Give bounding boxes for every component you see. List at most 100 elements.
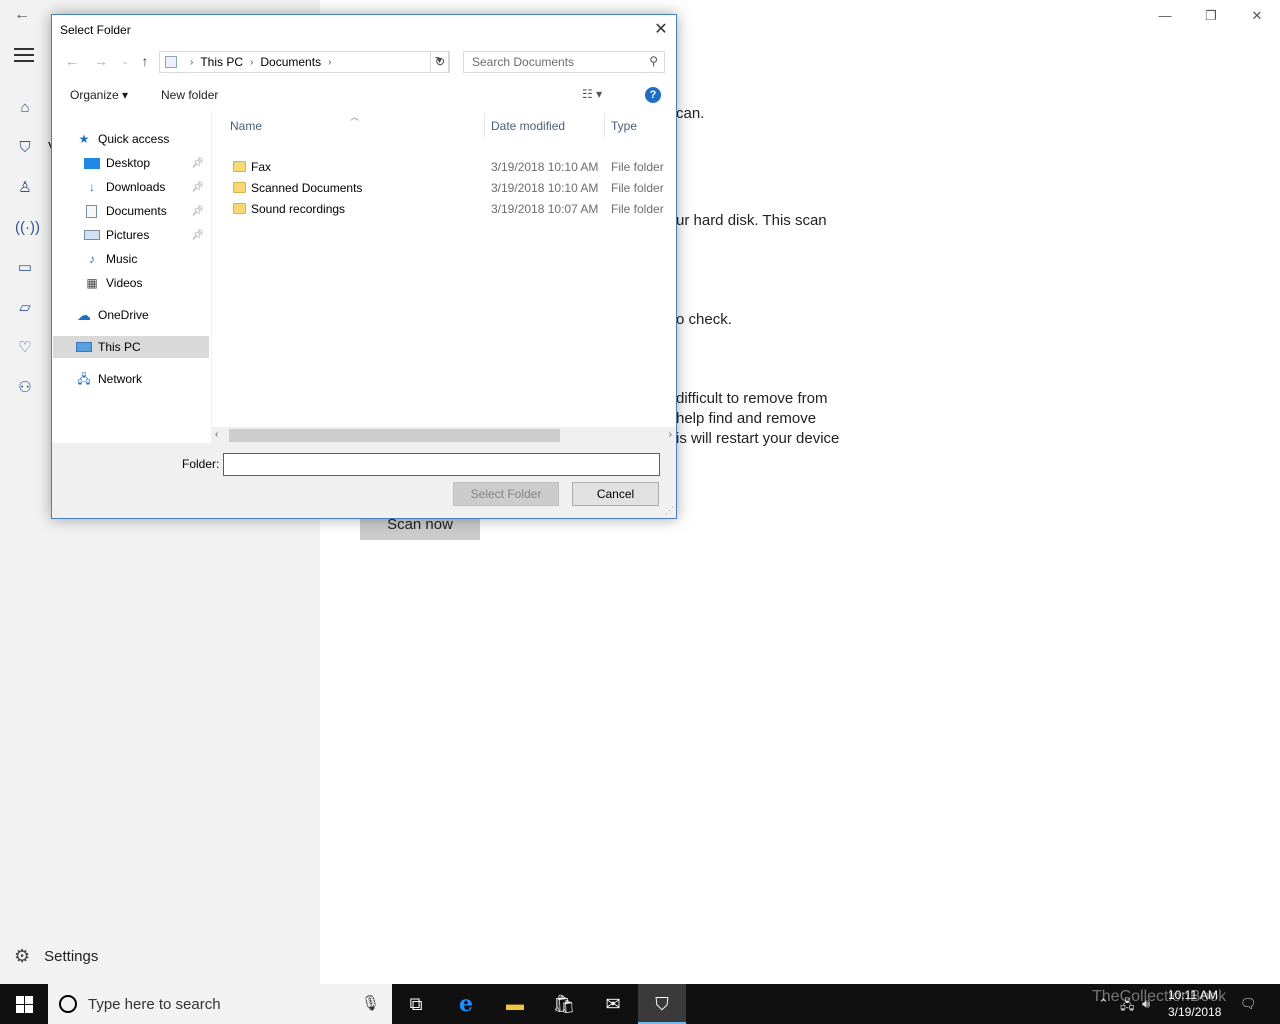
recent-locations-chevron-icon[interactable]: ⌄ bbox=[116, 57, 134, 66]
file-name: Scanned Documents bbox=[251, 181, 363, 195]
address-bar[interactable]: › This PC › Documents › ▼ bbox=[159, 51, 449, 73]
file-name: Fax bbox=[251, 160, 272, 174]
minimize-button[interactable]: — bbox=[1142, 0, 1188, 32]
network-status-icon[interactable]: 🖧︎ bbox=[1120, 996, 1135, 1018]
home-icon[interactable]: ⌂ bbox=[15, 98, 35, 118]
nav-item-label: Documents bbox=[106, 204, 167, 218]
nav-item-videos[interactable]: ▦ Videos bbox=[84, 272, 208, 294]
windows-start-icon[interactable] bbox=[0, 984, 48, 1024]
nav-item-quick-access[interactable]: ★ Quick access bbox=[76, 128, 232, 150]
horizontal-scrollbar[interactable]: ‹ › bbox=[211, 427, 676, 444]
taskbar-search-box[interactable]: Type here to search 🎙︎ bbox=[48, 984, 392, 1024]
close-icon[interactable]: ✕ bbox=[650, 19, 672, 41]
clock-date[interactable]: 3/19/2018 bbox=[1168, 1005, 1221, 1019]
nav-item-label: Music bbox=[106, 252, 138, 266]
pictures-icon bbox=[84, 230, 100, 240]
refresh-icon[interactable]: ↻ bbox=[430, 51, 450, 73]
file-name: Sound recordings bbox=[251, 202, 346, 216]
column-divider[interactable] bbox=[484, 113, 485, 137]
back-arrow-icon[interactable]: ← bbox=[14, 6, 30, 24]
dialog-title: Select Folder bbox=[60, 23, 131, 37]
scroll-left-icon[interactable]: ‹ bbox=[215, 429, 218, 440]
dialog-titlebar[interactable]: Select Folder ✕ bbox=[52, 15, 676, 45]
heart-icon[interactable]: ♡ bbox=[15, 338, 35, 358]
navigation-pane: ★ Quick access Desktop 📌︎ ↓ Downloads 📌︎… bbox=[52, 111, 210, 443]
pin-icon[interactable]: 📌︎ bbox=[191, 158, 204, 169]
nav-item-documents[interactable]: Documents 📌︎ bbox=[84, 200, 208, 222]
navigation-row: ← → ⌄ ↑ › This PC › Documents › ▼ ↻ ⚲ bbox=[52, 49, 676, 75]
cancel-button[interactable]: Cancel bbox=[572, 482, 659, 506]
nav-item-onedrive[interactable]: ☁ OneDrive bbox=[76, 304, 232, 326]
task-view-icon[interactable]: ⧉ bbox=[392, 984, 440, 1024]
column-header-date-modified[interactable]: Date modified bbox=[491, 119, 565, 133]
nav-item-music[interactable]: ♪ Music bbox=[84, 248, 208, 270]
defender-shield-icon[interactable]: ⛉ bbox=[638, 984, 686, 1024]
nav-item-label: Downloads bbox=[106, 180, 166, 194]
search-input[interactable] bbox=[464, 52, 642, 72]
nav-item-network[interactable]: 🖧︎ Network bbox=[76, 368, 232, 390]
file-explorer-icon[interactable]: ▬ bbox=[491, 984, 539, 1024]
shield-icon[interactable]: ⛉ bbox=[15, 138, 35, 158]
up-arrow-icon[interactable]: ↑ bbox=[136, 53, 154, 69]
breadcrumb-chevron-icon[interactable]: › bbox=[250, 57, 253, 68]
pin-icon[interactable]: 📌︎ bbox=[191, 206, 204, 217]
new-folder-button[interactable]: New folder bbox=[161, 88, 218, 102]
change-view-icon[interactable]: ☷ ▾ bbox=[582, 87, 602, 101]
mail-icon[interactable]: ✉ bbox=[589, 984, 637, 1024]
help-icon[interactable]: ? bbox=[645, 87, 661, 103]
nav-item-desktop[interactable]: Desktop 📌︎ bbox=[84, 152, 208, 174]
restore-button[interactable]: ❐ bbox=[1188, 0, 1234, 32]
store-icon[interactable]: 🛍︎ bbox=[540, 984, 588, 1024]
nav-item-pictures[interactable]: Pictures 📌︎ bbox=[84, 224, 208, 246]
person-icon[interactable]: ♙ bbox=[15, 178, 35, 198]
nav-item-this-pc[interactable]: This PC bbox=[53, 336, 209, 358]
file-row[interactable]: Sound recordings 3/19/2018 10:07 AM File… bbox=[229, 199, 675, 220]
hamburger-menu-icon[interactable] bbox=[14, 48, 34, 66]
forward-icon[interactable]: → bbox=[92, 53, 110, 69]
scroll-right-icon[interactable]: › bbox=[669, 429, 672, 440]
file-row[interactable]: Fax 3/19/2018 10:10 AM File folder bbox=[229, 157, 675, 178]
search-box[interactable]: ⚲ bbox=[463, 51, 665, 73]
sort-ascending-icon: ︿ bbox=[350, 112, 360, 122]
wireless-icon[interactable]: ((·)) bbox=[15, 218, 40, 238]
cloud-icon: ☁ bbox=[77, 307, 91, 323]
file-row[interactable]: Scanned Documents 3/19/2018 10:10 AM Fil… bbox=[229, 178, 675, 199]
pin-icon[interactable]: 📌︎ bbox=[191, 182, 204, 193]
breadcrumb-chevron-icon[interactable]: › bbox=[328, 57, 331, 68]
pin-icon[interactable]: 📌︎ bbox=[191, 230, 204, 241]
chevron-up-icon[interactable]: ⌃ bbox=[1098, 996, 1109, 1012]
taskbar-search-placeholder: Type here to search bbox=[88, 996, 221, 1013]
nav-item-label: Pictures bbox=[106, 228, 150, 242]
breadcrumb-chevron-icon[interactable]: › bbox=[190, 57, 193, 68]
microphone-icon[interactable]: 🎙︎ bbox=[361, 994, 380, 1012]
back-icon[interactable]: ← bbox=[63, 53, 81, 69]
breadcrumb-documents[interactable]: Documents bbox=[260, 55, 321, 69]
family-icon[interactable]: ⚇ bbox=[15, 378, 35, 398]
close-window-button[interactable]: ✕ bbox=[1234, 0, 1280, 32]
nav-item-downloads[interactable]: ↓ Downloads 📌︎ bbox=[84, 176, 208, 198]
background-text: ur hard disk. This scan bbox=[676, 212, 827, 229]
clock-time[interactable]: 10:11 AM bbox=[1168, 988, 1218, 1002]
action-center-icon[interactable]: 🗨︎ bbox=[1240, 996, 1257, 1012]
taskbar: Type here to search 🎙︎ ⧉ e ▬ 🛍︎ ✉ ⛉ TheC… bbox=[0, 984, 1280, 1024]
file-type: File folder bbox=[611, 181, 664, 195]
search-icon: ⚲ bbox=[649, 54, 658, 68]
edge-browser-icon[interactable]: e bbox=[442, 984, 490, 1024]
volume-icon[interactable]: 🔊︎ bbox=[1142, 996, 1150, 1012]
computer-icon bbox=[76, 342, 92, 352]
background-text: can. bbox=[676, 105, 705, 122]
folder-name-input[interactable] bbox=[223, 453, 660, 476]
laptop-icon[interactable]: ▱ bbox=[15, 298, 35, 318]
settings-nav-item[interactable]: ⚙ Settings bbox=[14, 946, 98, 967]
resize-grip-icon[interactable]: ⋰ bbox=[665, 505, 674, 516]
app-browser-icon[interactable]: ▭ bbox=[15, 258, 35, 278]
file-date: 3/19/2018 10:10 AM bbox=[491, 160, 599, 174]
column-divider[interactable] bbox=[604, 113, 605, 137]
organize-button[interactable]: Organize ▾ bbox=[70, 88, 128, 102]
select-folder-button[interactable]: Select Folder bbox=[453, 482, 559, 506]
column-header-type[interactable]: Type bbox=[611, 119, 637, 133]
scrollbar-thumb[interactable] bbox=[229, 429, 560, 442]
breadcrumb-this-pc[interactable]: This PC bbox=[200, 55, 243, 69]
column-header-name[interactable]: Name bbox=[230, 119, 262, 133]
select-folder-dialog: Select Folder ✕ ← → ⌄ ↑ › This PC › Docu… bbox=[51, 14, 677, 519]
